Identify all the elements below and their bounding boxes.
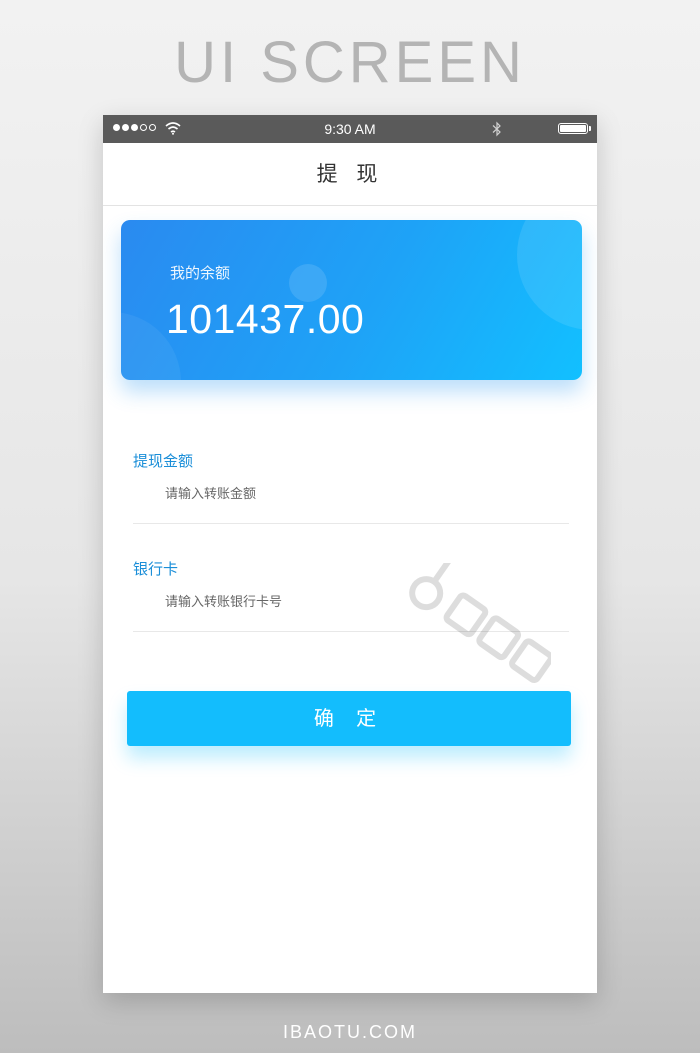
battery-icon: [558, 123, 588, 134]
footer-site-text: IBAOTU.COM: [282, 1022, 417, 1042]
status-time: 9:30 AM: [324, 121, 376, 137]
battery-fill: [560, 125, 586, 132]
page-title: 提 现: [316, 162, 384, 186]
nav-bar: 提 现: [103, 143, 597, 206]
status-bar: 9:30 AM: [103, 115, 597, 143]
battery-tip: [589, 126, 591, 131]
balance-value: 101437.00: [166, 296, 365, 342]
balance-card: 我的余额 101437.00: [121, 220, 582, 380]
bluetooth-icon: [492, 121, 501, 137]
divider: [133, 523, 569, 524]
decorative-circle: [517, 220, 582, 330]
banner-title: UI SCREEN: [174, 30, 526, 95]
bank-card-label: 银行卡: [133, 560, 179, 578]
watermark-logo: [409, 563, 551, 684]
amount-input[interactable]: [165, 482, 545, 506]
balance-label: 我的余额: [170, 264, 231, 282]
amount-field: 提现金额: [133, 450, 569, 530]
phone-screen: 9:30 AM 提 现 我的余额 101437.00 提现金额 银行卡 确 定: [103, 115, 597, 993]
amount-label: 提现金额: [133, 452, 194, 470]
